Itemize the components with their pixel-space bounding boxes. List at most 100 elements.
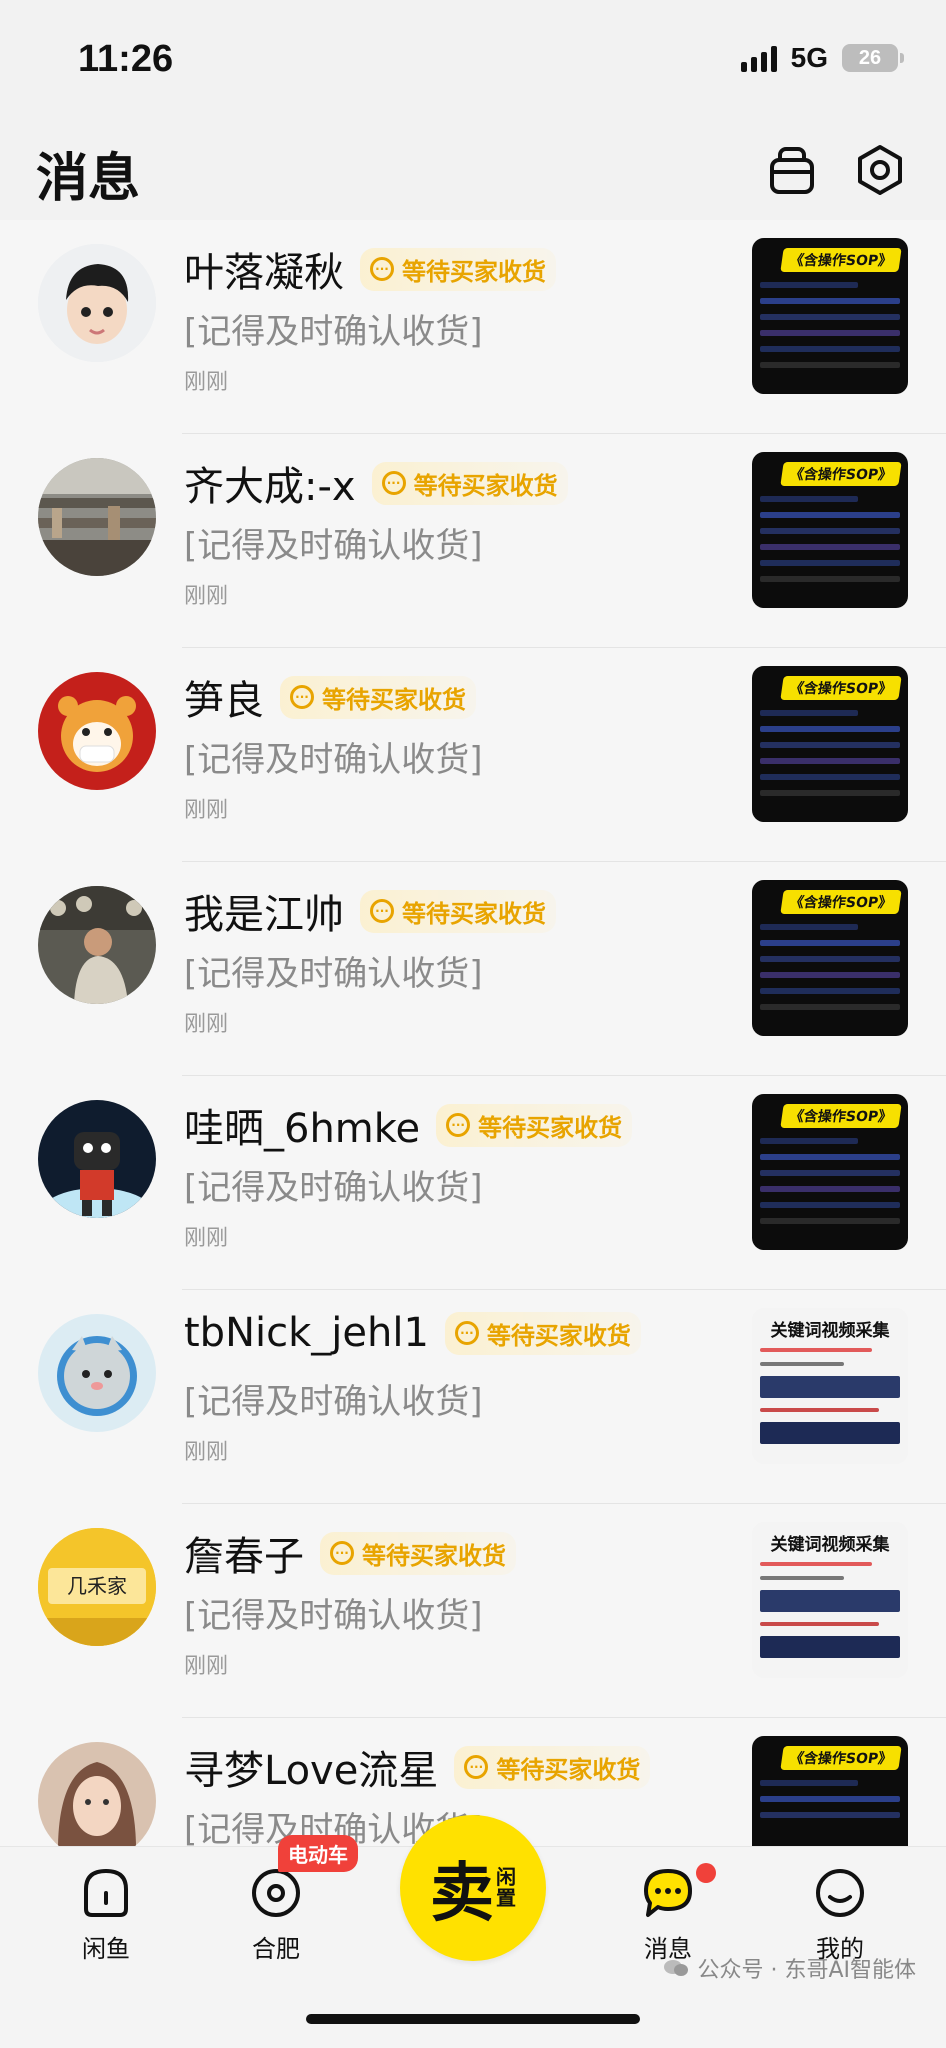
message-item[interactable]: 我是江帅 ··· 等待买家收货 [记得及时确认收货] 刚刚 《含操作SOP》 [0, 862, 946, 1076]
sell-label: 卖 [430, 1857, 494, 1931]
product-thumbnail[interactable]: 《含操作SOP》 [752, 666, 908, 822]
name-row: tbNick_jehl1 ··· 等待买家收货 [184, 1310, 641, 1356]
location-icon [252, 1869, 300, 1917]
profile-smile-icon [816, 1869, 864, 1917]
status-tag: ··· 等待买家收货 [360, 889, 556, 933]
thumbnail-title: 关键词视频采集 [770, 1535, 890, 1555]
message-time: 刚刚 [184, 1012, 229, 1037]
contact-name: 哇晒_6hmke [184, 1106, 421, 1152]
message-preview: [记得及时确认收货] [184, 740, 483, 780]
status-tag: ··· 等待买家收货 [280, 675, 476, 719]
page-title: 消息 [36, 149, 141, 209]
message-item[interactable]: 笋良 ··· 等待买家收货 [记得及时确认收货] 刚刚 《含操作SOP》 [0, 648, 946, 862]
watermark-text: 公众号 · 东哥AI智能体 [697, 1958, 916, 1983]
thumbnail-title: 《含操作SOP》 [780, 1746, 902, 1770]
product-thumbnail[interactable]: 关键词视频采集 [752, 1308, 908, 1464]
name-row: 寻梦Love流星 ··· 等待买家收货 [184, 1738, 651, 1796]
notification-dot [696, 1863, 716, 1883]
thumbnail-title: 《含操作SOP》 [780, 462, 902, 486]
tab-label: 闲鱼 [82, 1935, 130, 1963]
contact-name: 我是江帅 [184, 892, 344, 938]
message-time: 刚刚 [184, 1654, 229, 1679]
chat-bubble-icon [644, 1869, 692, 1917]
name-row: 哇晒_6hmke ··· 等待买家收货 [184, 1096, 633, 1154]
tab-profile[interactable]: 我的 [780, 1863, 900, 1964]
message-item[interactable]: 叶落凝秋 ··· 等待买家收货 [记得及时确认收货] 刚刚 《含操作SOP》 [0, 220, 946, 434]
battery-level: 26 [858, 46, 882, 69]
message-time: 刚刚 [184, 584, 229, 609]
page-header: 消息 [0, 120, 946, 220]
more-dots-icon: ··· [370, 899, 394, 923]
name-row: 我是江帅 ··· 等待买家收货 [184, 882, 556, 940]
message-item[interactable]: 齐大成:-x ··· 等待买家收货 [记得及时确认收货] 刚刚 《含操作SOP》 [0, 434, 946, 648]
wechat-icon [664, 1960, 689, 1976]
avatar-logo-text: 几禾家 [67, 1574, 127, 1598]
avatar [38, 1314, 156, 1432]
contact-name: 詹春子 [184, 1534, 304, 1580]
tab-home[interactable]: 闲鱼 [46, 1863, 166, 1964]
shopping-bag-icon[interactable] [764, 142, 820, 198]
watermark: 公众号 · 东哥AI智能体 [663, 1952, 916, 1984]
thumbnail-title: 《含操作SOP》 [780, 890, 902, 914]
message-preview: [记得及时确认收货] [184, 526, 483, 566]
avatar [38, 1742, 156, 1860]
message-time: 刚刚 [184, 1440, 229, 1465]
avatar [38, 672, 156, 790]
status-tag: ··· 等待买家收货 [320, 1531, 516, 1575]
avatar [38, 886, 156, 1004]
more-dots-icon: ··· [464, 1755, 489, 1779]
thumbnail-title: 《含操作SOP》 [780, 676, 902, 700]
message-time: 刚刚 [184, 798, 229, 823]
product-thumbnail[interactable]: 《含操作SOP》 [752, 452, 908, 608]
product-thumbnail[interactable]: 关键词视频采集 [752, 1522, 908, 1678]
battery-icon: 26 [842, 44, 904, 72]
thumbnail-title: 《含操作SOP》 [780, 248, 902, 272]
message-list: 叶落凝秋 ··· 等待买家收货 [记得及时确认收货] 刚刚 《含操作SOP》 齐… [0, 220, 946, 1932]
contact-name: tbNick_jehl1 [184, 1310, 429, 1356]
contact-name: 齐大成:-x [184, 464, 356, 510]
signal-icon [740, 44, 777, 72]
message-item[interactable]: 几禾家 詹春子 ··· 等待买家收货 [记得及时确认收货] 刚刚 关键词视频采集 [0, 1504, 946, 1718]
thumbnail-title: 关键词视频采集 [770, 1321, 890, 1341]
message-item[interactable]: tbNick_jehl1 ··· 等待买家收货 [记得及时确认收货] 刚刚 关键词… [0, 1290, 946, 1504]
status-bar: 11:26 5G 26 [0, 0, 946, 120]
settings-icon[interactable] [852, 142, 908, 198]
name-row: 齐大成:-x ··· 等待买家收货 [184, 454, 568, 512]
more-dots-icon: ··· [330, 1541, 354, 1565]
more-dots-icon: ··· [454, 1321, 479, 1345]
status-indicators: 5G 26 [740, 42, 904, 74]
message-time: 刚刚 [184, 370, 229, 395]
promo-badge: 电动车 [278, 1835, 358, 1872]
product-thumbnail[interactable]: 《含操作SOP》 [752, 880, 908, 1036]
product-thumbnail[interactable]: 《含操作SOP》 [752, 1094, 908, 1250]
message-preview: [记得及时确认收货] [184, 1168, 483, 1208]
message-item[interactable]: 哇晒_6hmke ··· 等待买家收货 [记得及时确认收货] 刚刚 《含操作SOP… [0, 1076, 946, 1290]
status-tag: ··· 等待买家收货 [454, 1745, 651, 1789]
status-tag: ··· 等待买家收货 [360, 247, 556, 291]
avatar: 几禾家 [38, 1528, 156, 1646]
contact-name: 叶落凝秋 [184, 250, 344, 296]
status-tag: ··· 等待买家收货 [436, 1103, 633, 1147]
more-dots-icon: ··· [370, 257, 394, 281]
more-dots-icon: ··· [381, 471, 406, 495]
tab-city[interactable]: 合肥 [216, 1863, 336, 1964]
name-row: 詹春子 ··· 等待买家收货 [184, 1524, 516, 1582]
sell-button[interactable]: 卖 闲 置 [400, 1815, 546, 1961]
name-row: 叶落凝秋 ··· 等待买家收货 [184, 240, 556, 298]
product-thumbnail[interactable]: 《含操作SOP》 [752, 238, 908, 394]
avatar [38, 1100, 156, 1218]
contact-name: 寻梦Love流星 [184, 1748, 439, 1794]
home-indicator [306, 2014, 640, 2024]
network-type: 5G [790, 42, 828, 73]
message-preview: [记得及时确认收货] [184, 312, 483, 352]
message-preview: [记得及时确认收货] [184, 954, 483, 994]
more-dots-icon: ··· [446, 1113, 471, 1137]
status-time: 11:26 [78, 38, 174, 80]
name-row: 笋良 ··· 等待买家收货 [184, 668, 476, 726]
home-icon [84, 1868, 128, 1917]
avatar [38, 458, 156, 576]
tab-label: 合肥 [252, 1935, 300, 1963]
message-preview: [记得及时确认收货] [184, 1596, 483, 1636]
status-tag: ··· 等待买家收货 [371, 461, 568, 505]
avatar [38, 244, 156, 362]
